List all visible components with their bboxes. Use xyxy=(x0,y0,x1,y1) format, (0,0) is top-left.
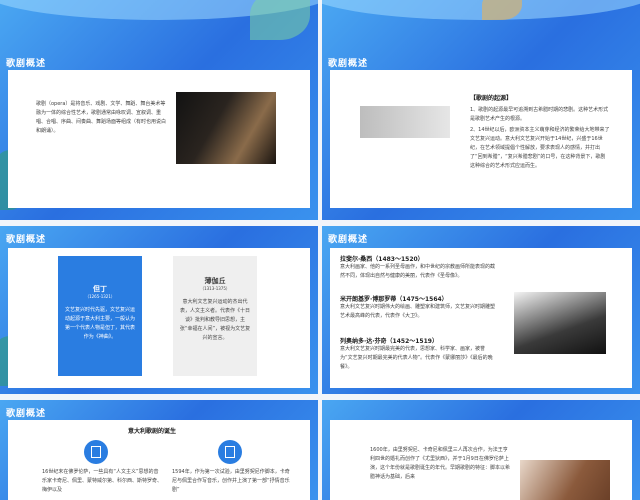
origin-p1: 1、歌剧的起源最早可追溯到古希腊时期的悲剧。这种艺术形式是歌剧艺术产生的根源。 xyxy=(470,107,609,122)
origin-p2: 2、14世纪以后，欧洲资本主义萌芽和经济的繁荣给大地带来了文艺复兴运动。意大利文… xyxy=(470,127,610,169)
content-card: 1600年，由里努契尼、卡奇尼和佩里三人再次合作，为法王亨利四世的婚礼而创作了《… xyxy=(330,420,632,500)
slide-title: 歌剧概述 xyxy=(328,59,369,69)
content-card: 拉斐尔·桑西（1483～1520） 意大利画家、他的一系列圣母画作，和中世纪的宗… xyxy=(330,248,632,388)
guitar-photo xyxy=(176,92,276,164)
dante-text: 文艺复兴时代先驱，文艺复兴运动起源于意大利主要，一般认为第一个代表人物是但丁，其… xyxy=(64,307,135,340)
intro-text: 歌剧（opera）是将音乐、戏剧、文学、舞蹈、舞台美术等融为一体的综合性艺术，歌… xyxy=(36,101,167,134)
artist-head: 米开朗基罗·博那罗蒂（1475～1564） xyxy=(340,296,448,303)
slide-title: 歌剧概述 xyxy=(6,235,47,245)
slide-5[interactable]: 歌剧概述 意大利歌剧的诞生 16世纪末在佛罗伦萨，一些具有“人文主义”思想的音乐… xyxy=(0,400,318,500)
decor-leaf xyxy=(250,0,310,40)
left-text: 16世纪末在佛罗伦萨，一些具有“人文主义”思想的音乐家卡奇尼、佩里、蒙特威尔第、… xyxy=(42,469,163,493)
artist-text: 意大利文艺复兴时期最完美的代表，思想家、科学家、画家，被誉为“文艺复兴时期最完美… xyxy=(340,346,493,370)
slide-2[interactable]: 歌剧概述 【歌剧的起源】 1、歌剧的起源最早可追溯到古希腊时期的悲剧。这种艺术形… xyxy=(322,0,640,220)
boccaccio-text: 意大利文艺复兴运动的杰出代表，人文主义者。代表作《十日谈》批判和教导旧思想，主张… xyxy=(179,299,251,341)
document-icon xyxy=(218,440,242,464)
record-player-photo xyxy=(360,106,450,138)
slide-3[interactable]: 歌剧概述 但丁 （1265-1321） 文艺复兴时代先驱，文艺复兴运动起源于意大… xyxy=(0,226,318,394)
decor-wave xyxy=(322,0,640,20)
artist-head: 列奥纳多·达·芬奇（1452～1519） xyxy=(340,338,438,345)
slide-6[interactable]: 1600年，由里努契尼、卡奇尼和佩里三人再次合作，为法王亨利四世的婚礼而创作了《… xyxy=(322,400,640,500)
content-card: 意大利歌剧的诞生 16世纪末在佛罗伦萨，一些具有“人文主义”思想的音乐家卡奇尼、… xyxy=(8,420,310,500)
slide-title: 歌剧概述 xyxy=(6,409,47,419)
boccaccio-name: 薄伽丘 xyxy=(204,277,226,285)
slide-1[interactable]: 歌剧概述 歌剧（opera）是将音乐、戏剧、文学、舞蹈、舞台美术等融为一体的综合… xyxy=(0,0,318,220)
origin-header: 【歌剧的起源】 xyxy=(470,95,513,102)
artist-item: 列奥纳多·达·芬奇（1452～1519） 意大利文艺复兴时期最完美的代表，思想家… xyxy=(340,336,495,372)
dante-years: （1265-1321） xyxy=(85,294,115,299)
content-card: 歌剧（opera）是将音乐、戏剧、文学、舞蹈、舞台美术等融为一体的综合性艺术，歌… xyxy=(8,70,310,208)
artist-text: 意大利画家、他的一系列圣母画作，和中世纪的宗教画师所能表现的截然不同，体现出自然… xyxy=(340,264,496,279)
content-card: 但丁 （1265-1321） 文艺复兴时代先驱，文艺复兴运动起源于意大利主要，一… xyxy=(8,248,310,388)
slide-title: 歌剧概述 xyxy=(6,59,47,69)
subtitle: 意大利歌剧的诞生 xyxy=(128,428,177,435)
artist-item: 米开朗基罗·博那罗蒂（1475～1564） 意大利文艺复兴时期伟大的绘画、雕塑家… xyxy=(340,294,495,321)
boccaccio-panel: 薄伽丘 （1313-1375） 意大利文艺复兴运动的杰出代表，人文主义者。代表作… xyxy=(173,256,257,376)
opera-text: 1600年，由里努契尼、卡奇尼和佩里三人再次合作，为法王亨利四世的婚礼而创作了《… xyxy=(370,447,511,480)
artist-head: 拉斐尔·桑西（1483～1520） xyxy=(340,256,424,263)
piano-photo xyxy=(514,292,606,354)
document-icon xyxy=(84,440,108,464)
slide-4[interactable]: 歌剧概述 拉斐尔·桑西（1483～1520） 意大利画家、他的一系列圣母画作，和… xyxy=(322,226,640,394)
slide-title: 歌剧概述 xyxy=(328,235,369,245)
violin-photo xyxy=(520,460,610,500)
dante-panel: 但丁 （1265-1321） 文艺复兴时代先驱，文艺复兴运动起源于意大利主要，一… xyxy=(58,256,142,376)
dante-name: 但丁 xyxy=(93,285,107,293)
content-card: 【歌剧的起源】 1、歌剧的起源最早可追溯到古希腊时期的悲剧。这种艺术形式是歌剧艺… xyxy=(330,70,632,208)
boccaccio-years: （1313-1375） xyxy=(200,286,230,291)
artist-text: 意大利文艺复兴时期伟大的绘画、雕塑家和建筑师，文艺复兴时期雕塑艺术最高峰的代表，… xyxy=(340,304,496,319)
right-text: 1594年，作为第一次试验，由里努契尼作脚本，卡奇尼与佩里合作写音乐，创作并上演… xyxy=(172,469,290,493)
artist-item: 拉斐尔·桑西（1483～1520） 意大利画家、他的一系列圣母画作，和中世纪的宗… xyxy=(340,254,495,281)
